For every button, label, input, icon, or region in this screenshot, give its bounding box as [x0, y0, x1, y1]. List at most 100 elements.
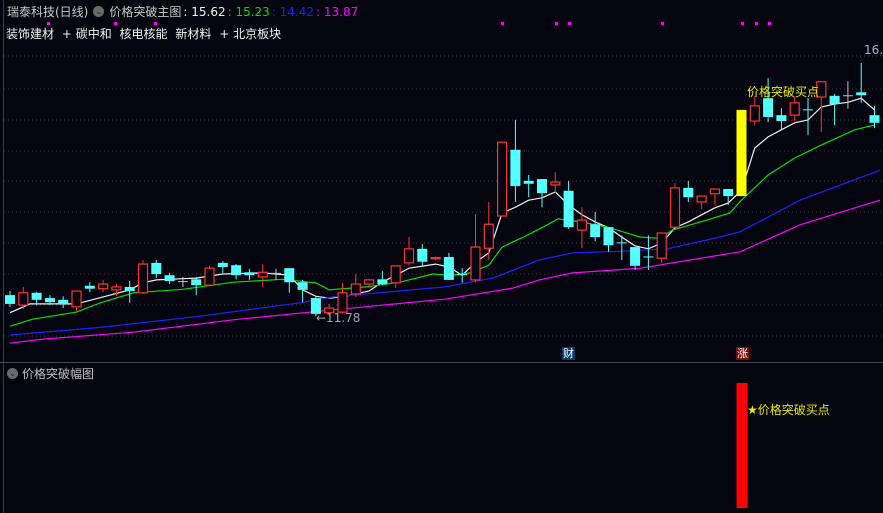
breakout-signal-bar [736, 383, 748, 508]
candle-body-up [470, 246, 481, 281]
limit-up-marker[interactable]: 涨 [736, 347, 749, 360]
candle-body-down [457, 274, 468, 276]
candle [590, 211, 601, 242]
candle-body-down [510, 149, 521, 187]
sector-tag[interactable]: 装饰建材 [6, 27, 54, 41]
candle [124, 281, 135, 303]
signal-dot [114, 22, 117, 25]
candle [723, 189, 734, 205]
candle-body-down [842, 95, 853, 97]
candle [523, 174, 534, 198]
candle-body-down [191, 279, 202, 286]
candle-body-down [856, 92, 867, 96]
candle-body-down [217, 262, 228, 267]
candle-body-up [364, 279, 375, 285]
candle-body-up [71, 290, 82, 308]
candle [231, 264, 242, 280]
candle-body-down [563, 190, 574, 228]
candle [84, 282, 95, 293]
signal-dot [154, 22, 157, 25]
candle [643, 235, 654, 270]
candle-body-up [789, 102, 800, 116]
candle [869, 105, 880, 129]
candle [457, 268, 468, 283]
stock-name: 瑞泰科技(日线) [7, 5, 89, 19]
sector-tag[interactable]: 核电核能 [120, 27, 168, 41]
candle-body-down [84, 285, 95, 289]
candle [630, 247, 641, 270]
signal-dot [768, 22, 771, 25]
chevron-down-icon[interactable]: ⌄ [93, 6, 105, 17]
financial-report-marker[interactable]: 财 [562, 347, 575, 360]
chart-header: 瑞泰科技(日线) ⌄ 价格突破主图 : 15.62 : 15.23 : 14.4… [7, 3, 358, 20]
candle [217, 261, 228, 273]
candle-body-up [111, 286, 122, 291]
main-price-chart[interactable] [0, 0, 883, 362]
candle [483, 201, 494, 260]
candle-body-up [204, 267, 215, 286]
candle-body-down [417, 248, 428, 262]
candle-body-down [803, 109, 813, 111]
signal-dot [741, 22, 744, 25]
candle-body-down [630, 247, 641, 266]
candle [204, 265, 215, 286]
signal-dot [47, 22, 50, 25]
candle [656, 232, 667, 263]
candle-body-down [271, 272, 281, 274]
candle [337, 282, 348, 314]
candle [696, 195, 707, 209]
candle [576, 207, 588, 249]
ma-value-1: : 15.62 [183, 4, 226, 19]
candle [284, 268, 295, 293]
candle-body-down [151, 262, 162, 275]
high-price-label: 16.1 [864, 43, 883, 57]
candle [97, 279, 109, 293]
candle [191, 276, 202, 296]
candle-body-down [31, 292, 42, 300]
candle-body-up [696, 195, 707, 203]
ma-value-4: : 13.87 [316, 4, 359, 19]
candle [776, 108, 787, 130]
signal-dot [755, 22, 758, 25]
candle-body-down [537, 179, 547, 194]
buy-point-label: 价格突破买点 [747, 85, 820, 99]
candle [390, 265, 401, 289]
sub-indicator-chart[interactable] [0, 363, 883, 513]
signal-dot [501, 22, 504, 25]
candle-body-down [124, 286, 135, 292]
candle [71, 290, 82, 311]
candle-body-up [350, 283, 361, 295]
signal-dot [555, 22, 558, 25]
candle [257, 264, 268, 287]
candle-body-down [723, 189, 734, 197]
candle-body-up [403, 248, 415, 264]
chevron-down-icon[interactable]: ⌄ [7, 368, 18, 379]
candle [856, 63, 867, 103]
candle-body-down [590, 224, 601, 238]
sector-tag[interactable]: + 碳中和 [62, 27, 112, 41]
signal-dot [661, 22, 664, 25]
candle-body-up [137, 263, 149, 294]
candle [736, 109, 747, 197]
indicator-name[interactable]: 价格突破主图 [109, 3, 181, 20]
candle [58, 296, 69, 309]
candle-body-down [244, 272, 255, 276]
candle-body-down [643, 256, 654, 258]
candle-body-down [231, 265, 242, 276]
candle [550, 172, 561, 194]
candle-body-down [164, 275, 175, 282]
candle-body-down [284, 268, 295, 283]
sector-tag[interactable]: 新材料 [175, 27, 211, 41]
sub-panel-title[interactable]: 价格突破幅图 [22, 365, 94, 382]
candle-body-down [683, 187, 694, 198]
candle-body-down [776, 115, 787, 122]
ma-line-ma3 [9, 169, 881, 336]
sector-tag[interactable]: + 北京板块 [219, 27, 281, 41]
breakout-candle [736, 109, 747, 197]
signal-dot [568, 22, 571, 25]
candle-body-up [656, 232, 667, 259]
candlesticks [5, 63, 880, 317]
candle-body-down [443, 257, 454, 280]
candle [430, 256, 441, 260]
candle-body-up [749, 105, 760, 122]
